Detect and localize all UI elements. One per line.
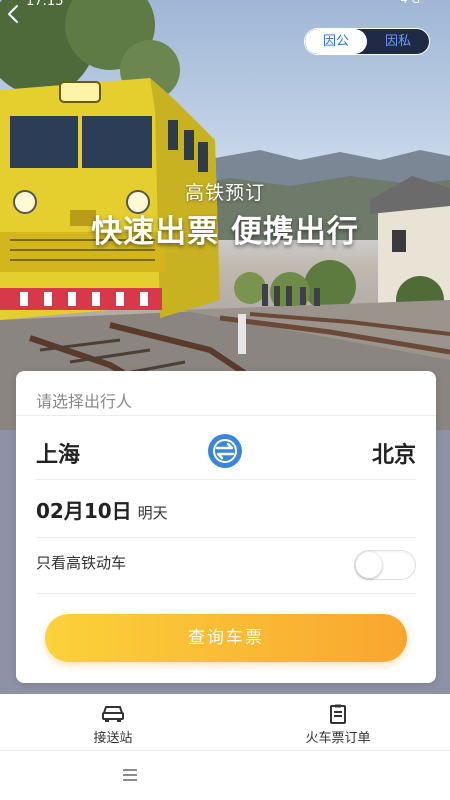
tab-business[interactable]: 因公 bbox=[305, 29, 367, 54]
swap-cities-icon[interactable] bbox=[206, 432, 244, 470]
tab-personal[interactable]: 因私 bbox=[367, 29, 429, 54]
booking-card: 请选择出行人 上海 北京 02月10日 明天 只看高铁动车 查询车票 bbox=[16, 371, 436, 683]
toggle-knob bbox=[356, 552, 382, 578]
divider bbox=[36, 593, 416, 594]
divider bbox=[16, 415, 436, 416]
nav-label-train-orders: 火车票订单 bbox=[305, 731, 371, 746]
page-title: 快速出票 便携出行 bbox=[91, 214, 359, 250]
bottom-nav: 接送站 火车票订单 bbox=[0, 694, 450, 750]
status-time: 17:15 bbox=[26, 0, 64, 9]
car-icon bbox=[102, 706, 124, 722]
status-bar: 17:15 ◠ 4G bbox=[0, 0, 450, 10]
date-relative-tag: 明天 bbox=[137, 504, 168, 522]
status-icons: ◠ 4G bbox=[379, 0, 424, 6]
high-speed-only-toggle[interactable] bbox=[354, 550, 416, 580]
departure-date-field[interactable]: 02月10日 明天 bbox=[36, 495, 168, 525]
search-tickets-button[interactable]: 查询车票 bbox=[45, 614, 407, 662]
divider bbox=[36, 479, 416, 480]
nav-label-pickup: 接送站 bbox=[93, 731, 133, 746]
nav-item-train-orders[interactable]: 火车票订单 bbox=[278, 704, 398, 746]
hero-banner: 17:15 ◠ 4G 因公 因私 高铁预订 快速出票 便携出行 bbox=[0, 0, 450, 430]
arrival-city[interactable]: 北京 bbox=[372, 437, 416, 469]
page-subtitle: 高铁预订 bbox=[184, 182, 265, 204]
menu-icon[interactable] bbox=[122, 768, 138, 782]
network-badge: 4G bbox=[400, 0, 424, 6]
wifi-icon: ◠ bbox=[379, 0, 393, 6]
system-nav-bar bbox=[0, 750, 450, 800]
nav-item-pickup[interactable]: 接送站 bbox=[53, 704, 173, 746]
departure-date: 02月10日 bbox=[36, 499, 132, 523]
high-speed-filter-label: 只看高铁动车 bbox=[36, 554, 127, 572]
divider bbox=[36, 537, 416, 538]
select-passenger-field[interactable]: 请选择出行人 bbox=[36, 388, 132, 412]
back-icon[interactable] bbox=[0, 0, 28, 28]
trip-purpose-toggle[interactable]: 因公 因私 bbox=[304, 28, 430, 55]
departure-city[interactable]: 上海 bbox=[36, 437, 80, 469]
order-list-icon bbox=[330, 704, 346, 724]
